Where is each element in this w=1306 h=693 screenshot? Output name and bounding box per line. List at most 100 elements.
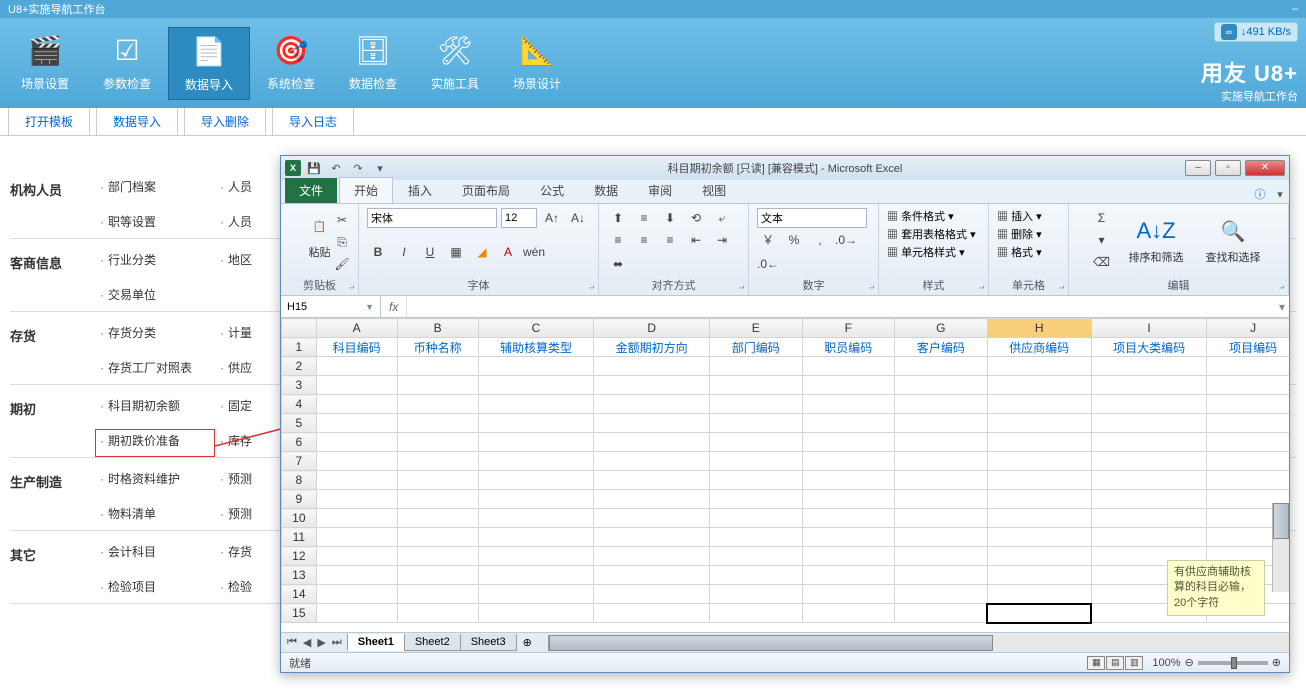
- cell[interactable]: [397, 585, 478, 604]
- cell[interactable]: [709, 357, 802, 376]
- row-header[interactable]: 1: [282, 338, 317, 357]
- view-normal-icon[interactable]: ▦: [1087, 656, 1105, 670]
- sheet-nav-first-icon[interactable]: ⏮: [285, 636, 299, 649]
- cell[interactable]: [987, 433, 1091, 452]
- cell[interactable]: 项目编码: [1207, 338, 1289, 357]
- cell[interactable]: [895, 376, 988, 395]
- cell[interactable]: [594, 395, 710, 414]
- cell[interactable]: [709, 452, 802, 471]
- font-size-select[interactable]: [501, 208, 537, 228]
- cell[interactable]: [802, 433, 895, 452]
- cell[interactable]: [1091, 528, 1207, 547]
- sheet-nav-next-icon[interactable]: ▶: [315, 636, 327, 649]
- qat-redo-icon[interactable]: ↷: [349, 159, 367, 177]
- ribbon-tab[interactable]: 插入: [393, 177, 447, 203]
- sub-tab[interactable]: 打开模板: [8, 106, 90, 135]
- cell[interactable]: 辅助核算类型: [478, 338, 594, 357]
- cell[interactable]: [397, 376, 478, 395]
- cell[interactable]: [594, 376, 710, 395]
- spreadsheet-grid[interactable]: ABCDEFGHIJK1科目编码币种名称辅助核算类型金额期初方向部门编码职员编码…: [281, 318, 1289, 652]
- cell[interactable]: [316, 547, 397, 566]
- underline-button[interactable]: U: [419, 242, 441, 262]
- cell[interactable]: [709, 376, 802, 395]
- cell[interactable]: [895, 604, 988, 623]
- cell[interactable]: [478, 452, 594, 471]
- cell[interactable]: [802, 471, 895, 490]
- cell[interactable]: [895, 357, 988, 376]
- row-header[interactable]: 14: [282, 585, 317, 604]
- u8-minimize-button[interactable]: –: [1292, 3, 1298, 15]
- file-tab[interactable]: 文件: [285, 178, 337, 203]
- ribbon-tab[interactable]: 页面布局: [447, 177, 525, 203]
- cell[interactable]: [987, 471, 1091, 490]
- cell[interactable]: [802, 490, 895, 509]
- cell[interactable]: [987, 585, 1091, 604]
- cell[interactable]: [1091, 471, 1207, 490]
- sheet-nav-last-icon[interactable]: ⏭: [330, 636, 344, 649]
- cell[interactable]: [594, 490, 710, 509]
- cell[interactable]: [802, 547, 895, 566]
- delete-cells-button[interactable]: ▦ 删除 ▾: [997, 226, 1060, 242]
- cell[interactable]: [397, 414, 478, 433]
- row-header[interactable]: 6: [282, 433, 317, 452]
- cell[interactable]: [1091, 433, 1207, 452]
- cell[interactable]: [397, 357, 478, 376]
- cell[interactable]: [1091, 376, 1207, 395]
- cell[interactable]: [987, 357, 1091, 376]
- font-name-select[interactable]: [367, 208, 497, 228]
- cell[interactable]: [895, 509, 988, 528]
- table-format-button[interactable]: ▦ 套用表格格式 ▾: [887, 226, 980, 242]
- category-link[interactable]: 科目期初余额: [100, 395, 220, 416]
- cut-icon[interactable]: ✂: [331, 210, 353, 230]
- italic-button[interactable]: I: [393, 242, 415, 262]
- cell[interactable]: [397, 528, 478, 547]
- excel-maximize-button[interactable]: ▫: [1215, 160, 1241, 176]
- chevron-down-icon[interactable]: ▼: [365, 302, 374, 312]
- category-link[interactable]: 部门档案: [100, 176, 220, 197]
- cell[interactable]: [478, 414, 594, 433]
- col-header[interactable]: G: [895, 319, 988, 338]
- cell[interactable]: [397, 452, 478, 471]
- horizontal-scrollbar[interactable]: [548, 635, 1289, 651]
- cell[interactable]: [397, 547, 478, 566]
- cell[interactable]: [1207, 395, 1289, 414]
- category-link[interactable]: 期初跌价准备: [100, 430, 220, 451]
- cell[interactable]: [895, 414, 988, 433]
- cell[interactable]: [478, 585, 594, 604]
- cell[interactable]: [895, 452, 988, 471]
- cell[interactable]: [594, 433, 710, 452]
- cell[interactable]: [802, 414, 895, 433]
- category-link[interactable]: 存货工厂对照表: [100, 357, 220, 378]
- cell[interactable]: [709, 471, 802, 490]
- cell[interactable]: [478, 357, 594, 376]
- align-bottom-icon[interactable]: ⬇: [659, 208, 681, 228]
- ribbon-tab[interactable]: 视图: [687, 177, 741, 203]
- ribbon-tab[interactable]: 审阅: [633, 177, 687, 203]
- bold-button[interactable]: B: [367, 242, 389, 262]
- cell[interactable]: 币种名称: [397, 338, 478, 357]
- row-header[interactable]: 3: [282, 376, 317, 395]
- format-painter-icon[interactable]: 🖌: [331, 254, 353, 274]
- zoom-out-icon[interactable]: ⊖: [1185, 656, 1194, 669]
- cell[interactable]: [478, 547, 594, 566]
- cell[interactable]: 科目编码: [316, 338, 397, 357]
- cell[interactable]: [709, 528, 802, 547]
- border-button[interactable]: ▦: [445, 242, 467, 262]
- cell[interactable]: [1207, 414, 1289, 433]
- cell[interactable]: [802, 604, 895, 623]
- cell[interactable]: [802, 509, 895, 528]
- cell[interactable]: [987, 604, 1091, 623]
- cell[interactable]: [1091, 414, 1207, 433]
- decimal-dec-icon[interactable]: .0←: [757, 254, 779, 274]
- cell[interactable]: [478, 490, 594, 509]
- cell[interactable]: [316, 452, 397, 471]
- col-header[interactable]: I: [1091, 319, 1207, 338]
- formula-input[interactable]: [407, 296, 1275, 317]
- formula-expand-icon[interactable]: ▾: [1275, 300, 1289, 314]
- cell[interactable]: [1091, 452, 1207, 471]
- zoom-in-icon[interactable]: ⊕: [1272, 656, 1281, 669]
- cell[interactable]: [1207, 452, 1289, 471]
- cell[interactable]: [397, 395, 478, 414]
- col-header[interactable]: E: [709, 319, 802, 338]
- sub-tab[interactable]: 数据导入: [96, 107, 178, 135]
